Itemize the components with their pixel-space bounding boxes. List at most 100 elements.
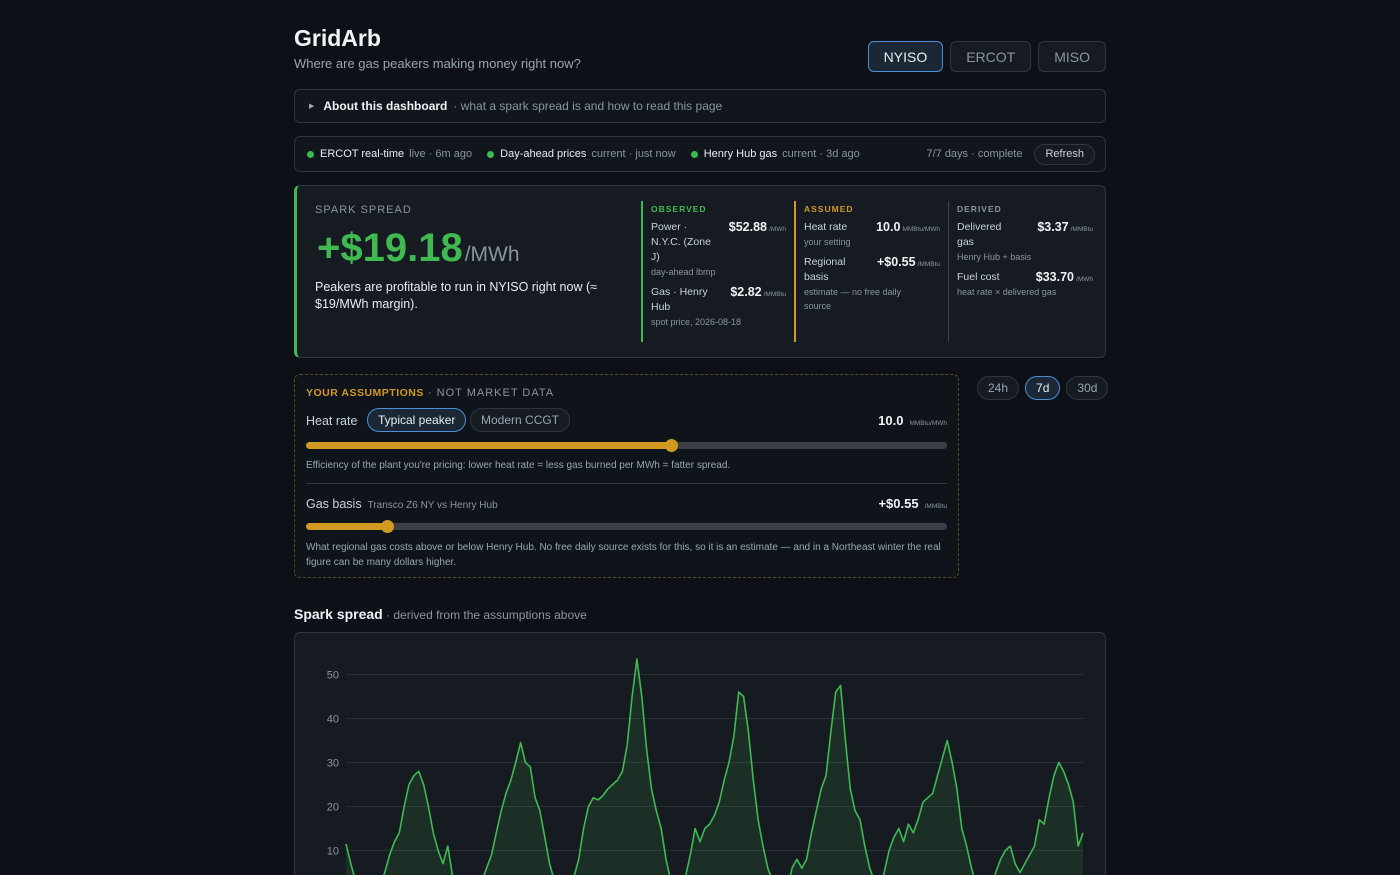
assumed-head: ASSUMED	[804, 204, 854, 214]
app-subtitle: Where are gas peakers making money right…	[294, 56, 581, 71]
market-miso-button[interactable]: MISO	[1038, 41, 1106, 72]
heat-rate-slider-handle[interactable]	[665, 439, 678, 452]
data-status-bar: ERCOT real-time live · 6m ago Day-ahead …	[294, 136, 1106, 172]
basis-unit: /MMBtu	[917, 261, 940, 268]
range-30d-button[interactable]: 30d	[1066, 376, 1109, 400]
chart-subtitle: · derived from the assumptions above	[382, 608, 587, 622]
range-7d-button[interactable]: 7d	[1025, 376, 1061, 400]
heat-rate-readout-unit: MMBtu/MWh	[909, 420, 947, 427]
basis-value: +$0.55	[877, 255, 916, 269]
power-row: Power · N.Y.C. (Zone J) day-ahead lbmp $5…	[651, 220, 786, 279]
status-source-name: ERCOT real-time	[320, 148, 405, 160]
fuel-cost-value-wrap: $33.70/MWh	[1036, 270, 1093, 299]
refresh-button[interactable]: Refresh	[1034, 143, 1095, 165]
status-source: Henry Hub gas current · 3d ago	[690, 148, 860, 160]
status-source: Day-ahead prices current · just now	[487, 148, 676, 160]
assumptions-head: YOUR ASSUMPTIONS · NOT MARKET DATA	[306, 387, 554, 399]
gas-basis-sublabel: Transco Z6 NY vs Henry Hub	[367, 500, 498, 511]
gas-unit: /MMBtu	[763, 291, 786, 298]
about-title: About this dashboard	[323, 99, 448, 113]
y-tick-label: 20	[327, 802, 339, 814]
status-source-name: Day-ahead prices	[500, 148, 587, 160]
heat-rate-control-label: Heat rate	[306, 414, 358, 428]
observed-head: OBSERVED	[651, 204, 707, 214]
y-tick-label: 10	[327, 846, 339, 858]
gas-basis-control-label: Gas basis Transco Z6 NY vs Henry Hub	[306, 497, 498, 511]
range-24h-button[interactable]: 24h	[977, 376, 1020, 400]
observed-column: OBSERVED Power · N.Y.C. (Zone J) day-ahea…	[641, 201, 786, 342]
assumptions-panel: YOUR ASSUMPTIONS · NOT MARKET DATA Heat …	[294, 374, 959, 578]
divider	[306, 483, 947, 484]
basis-label-wrap: Regional basis estimate — no free daily s…	[804, 255, 901, 313]
y-tick-label: 50	[327, 670, 339, 682]
assumed-column: ASSUMED Heat rate your setting 10.0 MMBtu/…	[794, 201, 940, 342]
basis-row: Regional basis estimate — no free daily s…	[804, 255, 940, 313]
gas-basis-slider-fill	[306, 523, 387, 530]
heat-rate-readout-value: 10.0	[878, 413, 904, 428]
basis-value-wrap: +$0.55/MMBtu	[877, 255, 940, 313]
delivered-gas-value: $3.37	[1037, 220, 1069, 234]
spark-value-number: +$19.18	[317, 226, 463, 270]
delivered-gas-row: Delivered gas Henry Hub + basis $3.37/MMB…	[957, 220, 1093, 264]
market-ercot-button[interactable]: ERCOT	[950, 41, 1032, 72]
status-ok-icon	[487, 150, 495, 158]
gas-basis-slider[interactable]	[306, 520, 947, 533]
disclosure-triangle-icon: ▶	[309, 103, 315, 110]
spark-spread-card: SPARK SPREAD +$19.18/MWh Peakers are pro…	[294, 185, 1106, 358]
heat-rate-value-wrap: 10.0 MMBtu/MWh	[876, 220, 940, 249]
about-toggle[interactable]: ▶ About this dashboard · what a spark sp…	[294, 89, 1106, 123]
heat-rate-unit: MMBtu/MWh	[902, 226, 940, 233]
gas-basis-slider-handle[interactable]	[381, 520, 394, 533]
power-value: $52.88	[728, 220, 768, 234]
spark-spread-chart-svg: 10 20 30 40 50	[327, 658, 1084, 875]
chart-heading: Spark spread · derived from the assumpti…	[294, 606, 587, 622]
preset-modern-ccgt-button[interactable]: Modern CCGT	[470, 408, 571, 432]
status-source-state: current · just now	[591, 148, 676, 160]
preset-typical-peaker-button[interactable]: Typical peaker	[367, 408, 467, 432]
derived-column: DERIVED Delivered gas Henry Hub + basis $…	[948, 201, 1093, 342]
power-label-wrap: Power · N.Y.C. (Zone J) day-ahead lbmp	[651, 220, 716, 279]
heat-rate-value: 10.0	[876, 220, 901, 234]
status-source-name: Henry Hub gas	[703, 148, 778, 160]
heat-rate-slider[interactable]	[306, 439, 947, 452]
gas-basis-readout-unit: /MMBtu	[924, 503, 947, 510]
assumptions-head-gray: · NOT MARKET DATA	[423, 387, 555, 399]
gas-basis-hint: What regional gas costs above or below H…	[306, 542, 941, 568]
gas-row: Gas · Henry Hub spot price, 2026-08-18 $2…	[651, 285, 786, 329]
power-label: Power · N.Y.C. (Zone J)	[651, 221, 711, 263]
gas-basis-readout: +$0.55/MMBtu	[878, 496, 947, 511]
heat-rate-label: Heat rate	[804, 221, 848, 233]
about-description: · what a spark spread is and how to read…	[453, 99, 723, 113]
delivered-gas-unit: /MMBtu	[1070, 226, 1093, 233]
assumptions-head-yellow: YOUR ASSUMPTIONS	[306, 387, 424, 399]
spark-spread-area	[346, 659, 1083, 875]
spark-unit: /MWh	[464, 243, 520, 266]
chart-title: Spark spread	[294, 606, 383, 622]
market-nyiso-button[interactable]: NYISO	[867, 41, 944, 72]
heat-rate-hint: Efficiency of the plant you're pricing: …	[306, 460, 731, 471]
heat-rate-label-wrap: Heat rate your setting	[804, 220, 851, 249]
market-selector: NYISO ERCOT MISO	[867, 41, 1106, 72]
status-source-state: current · 3d ago	[782, 148, 860, 160]
heat-rate-slider-fill	[306, 442, 671, 449]
delivered-gas-value-wrap: $3.37/MMBtu	[1037, 220, 1093, 264]
completeness-text: 7/7 days · complete	[926, 148, 1023, 160]
gas-basis-label: Gas basis	[306, 497, 362, 511]
heat-rate-readout: 10.0 MMBtu/MWh	[878, 413, 947, 428]
basis-label: Regional basis	[804, 256, 846, 283]
status-source-state: live · 6m ago	[409, 148, 473, 160]
power-value-wrap: $52.88/MWh	[729, 220, 786, 279]
power-unit: /MWh	[769, 226, 786, 233]
fuel-cost-value: $33.70	[1035, 270, 1075, 284]
status-ok-icon	[307, 150, 314, 158]
app-title: GridArb	[294, 25, 381, 51]
gas-label-wrap: Gas · Henry Hub spot price, 2026-08-18	[651, 285, 741, 329]
derived-head: DERIVED	[957, 204, 1002, 214]
heat-rate-sub: your setting	[804, 237, 851, 247]
status-source: ERCOT real-time live · 6m ago	[307, 148, 472, 160]
spark-message: Peakers are profitable to run in NYISO r…	[315, 280, 597, 311]
heat-rate-row: Heat rate your setting 10.0 MMBtu/MWh	[804, 220, 940, 249]
spark-label: SPARK SPREAD	[315, 204, 412, 216]
status-right: 7/7 days · complete Refresh	[926, 143, 1105, 165]
y-tick-label: 40	[327, 714, 339, 726]
